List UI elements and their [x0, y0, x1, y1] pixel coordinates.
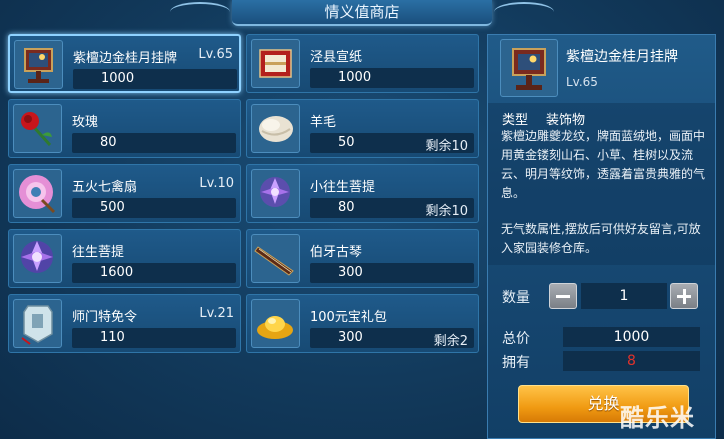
token-icon: [13, 299, 62, 348]
item-card[interactable]: 紫檀边金桂月挂牌 Lv.65 1000: [8, 34, 241, 93]
item-card[interactable]: 玫瑰 80: [8, 99, 241, 158]
item-name: 羊毛: [310, 115, 337, 130]
item-name: 100元宝礼包: [310, 310, 387, 325]
item-price-field: 110: [72, 328, 236, 348]
item-price: 1000: [101, 71, 135, 86]
item-remaining: 剩余2: [433, 334, 468, 349]
item-card[interactable]: 师门特免令 Lv.21 110: [8, 294, 241, 353]
type-line: 类型 装饰物: [502, 109, 603, 128]
item-price-field: 1000: [310, 68, 474, 88]
increase-button[interactable]: [670, 283, 698, 309]
lotus-icon: [13, 234, 62, 283]
item-price: 300: [338, 330, 363, 345]
plaque-icon: [500, 39, 558, 97]
plaque-icon: [14, 40, 63, 89]
watermark-text: 酷乐米: [620, 404, 695, 432]
item-name: 泾县宣纸: [310, 50, 363, 65]
item-card[interactable]: 五火七禽扇 Lv.10 500: [8, 164, 241, 223]
item-price: 500: [100, 200, 125, 215]
title-ornament-right: [494, 2, 554, 22]
item-price-field: 1000: [73, 69, 237, 89]
item-name: 小往生菩提: [310, 180, 376, 195]
lotus-small-icon: [251, 169, 300, 218]
detail-item-level: Lv.65: [566, 75, 598, 89]
quantity-label: 数量: [502, 290, 530, 306]
owned-label: 拥有: [502, 355, 530, 371]
type-value: 装饰物: [546, 113, 586, 128]
type-label: 类型: [502, 113, 529, 128]
item-name: 师门特免令: [72, 310, 138, 325]
item-detail-panel: 紫檀边金桂月挂牌 Lv.65 类型 装饰物 紫檀边雕夔龙纹，牌面蓝绒地，画面中用黄…: [487, 34, 716, 439]
item-name: 五火七禽扇: [72, 180, 138, 195]
item-price-field: 300: [310, 263, 474, 283]
owned-value: 8: [563, 351, 700, 371]
item-price: 80: [338, 200, 355, 215]
item-card[interactable]: 羊毛 50 剩余10: [246, 99, 479, 158]
plus-icon-vertical: [682, 289, 686, 304]
item-name: 往生菩提: [72, 245, 125, 260]
shop-title: 情义值商店: [324, 3, 400, 21]
gold-ingot-icon: [251, 299, 300, 348]
item-price-field: 300 剩余2: [310, 328, 474, 349]
minus-icon: [556, 295, 570, 298]
item-level: Lv.21: [199, 306, 234, 321]
item-remaining: 剩余10: [425, 139, 468, 154]
total-price-label: 总价: [502, 331, 530, 347]
item-card[interactable]: 泾县宣纸 1000: [246, 34, 479, 93]
item-price: 300: [338, 265, 363, 280]
rose-icon: [13, 104, 62, 153]
total-price-value: 1000: [563, 327, 700, 347]
item-price: 1000: [338, 70, 372, 85]
guqin-icon: [251, 234, 300, 283]
item-price-field: 1600: [72, 263, 236, 283]
feather-fan-icon: [13, 169, 62, 218]
item-note: 无气数属性,摆放后可供好友留言,可放入家园装修仓库。: [501, 222, 701, 255]
shop-title-bar: 情义值商店: [232, 0, 492, 26]
detail-item-name: 紫檀边金桂月挂牌: [566, 49, 678, 65]
item-card[interactable]: 往生菩提 1600: [8, 229, 241, 288]
item-price: 110: [100, 330, 125, 345]
item-price-field: 500: [72, 198, 236, 218]
item-price: 50: [338, 135, 355, 150]
quantity-input[interactable]: 1: [581, 283, 667, 309]
item-price-field: 80 剩余10: [310, 198, 474, 219]
description-box: 类型 装饰物 紫檀边雕夔龙纹，牌面蓝绒地，画面中用黄金镂刻山石、小草、桂树以及流云…: [488, 103, 715, 265]
item-price: 1600: [100, 265, 134, 280]
item-name: 玫瑰: [72, 115, 99, 130]
decrease-button[interactable]: [549, 283, 577, 309]
item-price: 80: [100, 135, 117, 150]
item-price-field: 50 剩余10: [310, 133, 474, 154]
item-card[interactable]: 伯牙古琴 300: [246, 229, 479, 288]
title-ornament-left: [170, 2, 230, 22]
wool-icon: [251, 104, 300, 153]
paper-box-icon: [251, 39, 300, 88]
item-level: Lv.65: [198, 47, 233, 62]
item-remaining: 剩余10: [425, 204, 468, 219]
item-description: 紫檀边雕夔龙纹，牌面蓝绒地，画面中用黄金镂刻山石、小草、桂树以及流云、明月等纹饰…: [501, 129, 706, 200]
item-card[interactable]: 100元宝礼包 300 剩余2: [246, 294, 479, 353]
item-level: Lv.10: [199, 176, 234, 191]
item-name: 紫檀边金桂月挂牌: [73, 51, 178, 66]
item-card[interactable]: 小往生菩提 80 剩余10: [246, 164, 479, 223]
item-price-field: 80: [72, 133, 236, 153]
item-name: 伯牙古琴: [310, 245, 363, 260]
